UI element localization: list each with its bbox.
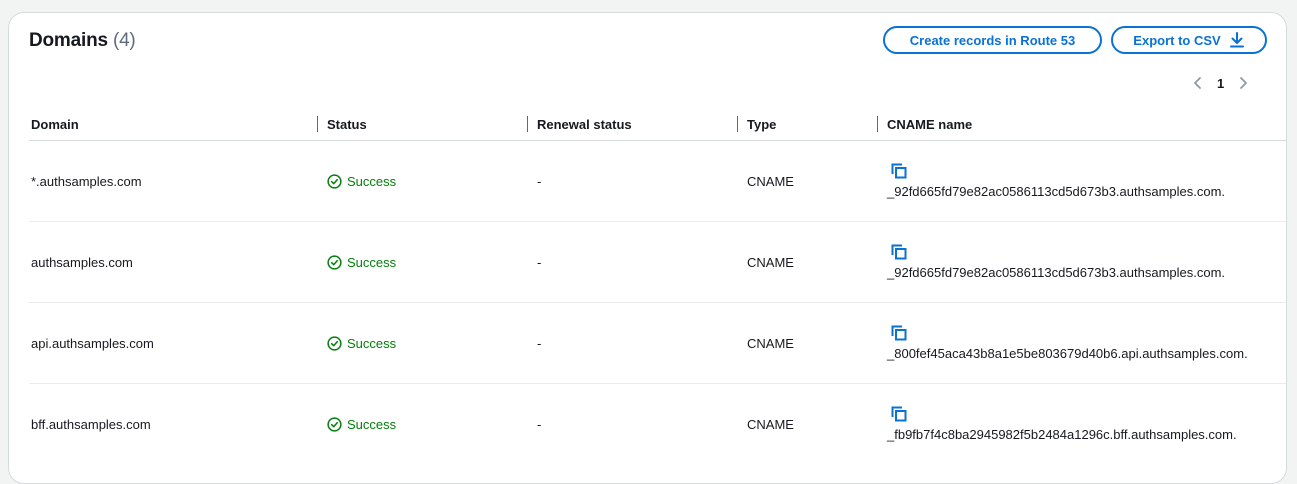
pagination: 1 <box>1191 73 1271 93</box>
previous-page-icon[interactable] <box>1191 76 1205 90</box>
status-success: Success <box>327 417 537 432</box>
column-divider[interactable] <box>527 116 528 132</box>
renewal-status-cell: - <box>537 140 747 222</box>
type-cell: CNAME <box>747 140 887 222</box>
column-divider[interactable] <box>317 116 318 132</box>
check-circle-icon <box>327 335 342 351</box>
create-route53-records-label: Create records in Route 53 <box>909 32 1076 48</box>
domain-cell: bff.authsamples.com <box>31 416 151 432</box>
column-header-cname-name[interactable]: CNAME name <box>887 117 972 132</box>
next-page-icon[interactable] <box>1236 76 1250 90</box>
domain-cell: authsamples.com <box>29 221 327 303</box>
domain-cell: api.authsamples.com <box>29 302 327 384</box>
type-cell: CNAME <box>747 221 887 303</box>
renewal-status-cell: - <box>537 302 747 384</box>
renewal-status-cell: - <box>537 221 747 303</box>
column-divider[interactable] <box>877 116 878 132</box>
cname-value: _92fd665fd79e82ac0586113cd5d673b3.authsa… <box>887 183 1226 199</box>
export-csv-label: Export to CSV <box>1133 32 1221 48</box>
column-divider[interactable] <box>737 116 738 132</box>
copy-icon[interactable] <box>891 244 907 260</box>
column-header-domain[interactable]: Domain <box>31 117 79 132</box>
cname-value: _fb9fb7f4c8ba2945982f5b2484a1296c.bff.au… <box>887 426 1237 442</box>
download-icon <box>1229 32 1244 48</box>
renewal-status-cell: - <box>537 416 542 432</box>
status-text: Success <box>347 173 397 189</box>
title-text: Domains <box>29 30 108 51</box>
table-row: bff.authsamples.com Success - CNAME _fb9… <box>29 384 1286 465</box>
copy-icon[interactable] <box>891 325 907 341</box>
copy-icon[interactable] <box>891 163 907 179</box>
status-text: Success <box>347 254 397 270</box>
domains-table: Domain Status Renewal status Type CNAME … <box>29 108 1286 464</box>
domain-cell: *.authsamples.com <box>29 140 327 222</box>
domains-panel: Domains (4) Create records in Route 53 E… <box>8 12 1287 484</box>
table-row: api.authsamples.com Success - CNAME _800… <box>29 302 1286 384</box>
status-success: Success <box>327 255 537 270</box>
table-row: *.authsamples.com Success - CNAME _92fd6… <box>29 140 1286 222</box>
create-route53-records-button[interactable]: Create records in Route 53 <box>883 26 1102 54</box>
export-csv-button[interactable]: Export to CSV <box>1111 26 1267 54</box>
column-header-status[interactable]: Status <box>327 117 367 132</box>
page-title: Domains (4) <box>29 30 136 52</box>
status-text: Success <box>347 416 397 432</box>
copy-icon[interactable] <box>891 406 907 422</box>
check-circle-icon <box>327 416 342 432</box>
table-header-row: Domain Status Renewal status Type CNAME … <box>29 108 1286 141</box>
status-success: Success <box>327 174 537 189</box>
type-cell: CNAME <box>747 302 887 384</box>
column-header-renewal-status[interactable]: Renewal status <box>537 117 632 132</box>
check-circle-icon <box>327 173 342 189</box>
status-success: Success <box>327 336 537 351</box>
check-circle-icon <box>327 254 342 270</box>
column-header-type[interactable]: Type <box>747 117 776 132</box>
status-text: Success <box>347 335 397 351</box>
cname-value: _92fd665fd79e82ac0586113cd5d673b3.authsa… <box>887 264 1226 280</box>
page-number[interactable]: 1 <box>1217 76 1224 91</box>
table-row: authsamples.com Success - CNAME _92fd665… <box>29 221 1286 303</box>
type-cell: CNAME <box>747 416 794 432</box>
cname-value: _800fef45aca43b8a1e5be803679d40b6.api.au… <box>887 345 1248 361</box>
domain-count: (4) <box>112 30 136 51</box>
